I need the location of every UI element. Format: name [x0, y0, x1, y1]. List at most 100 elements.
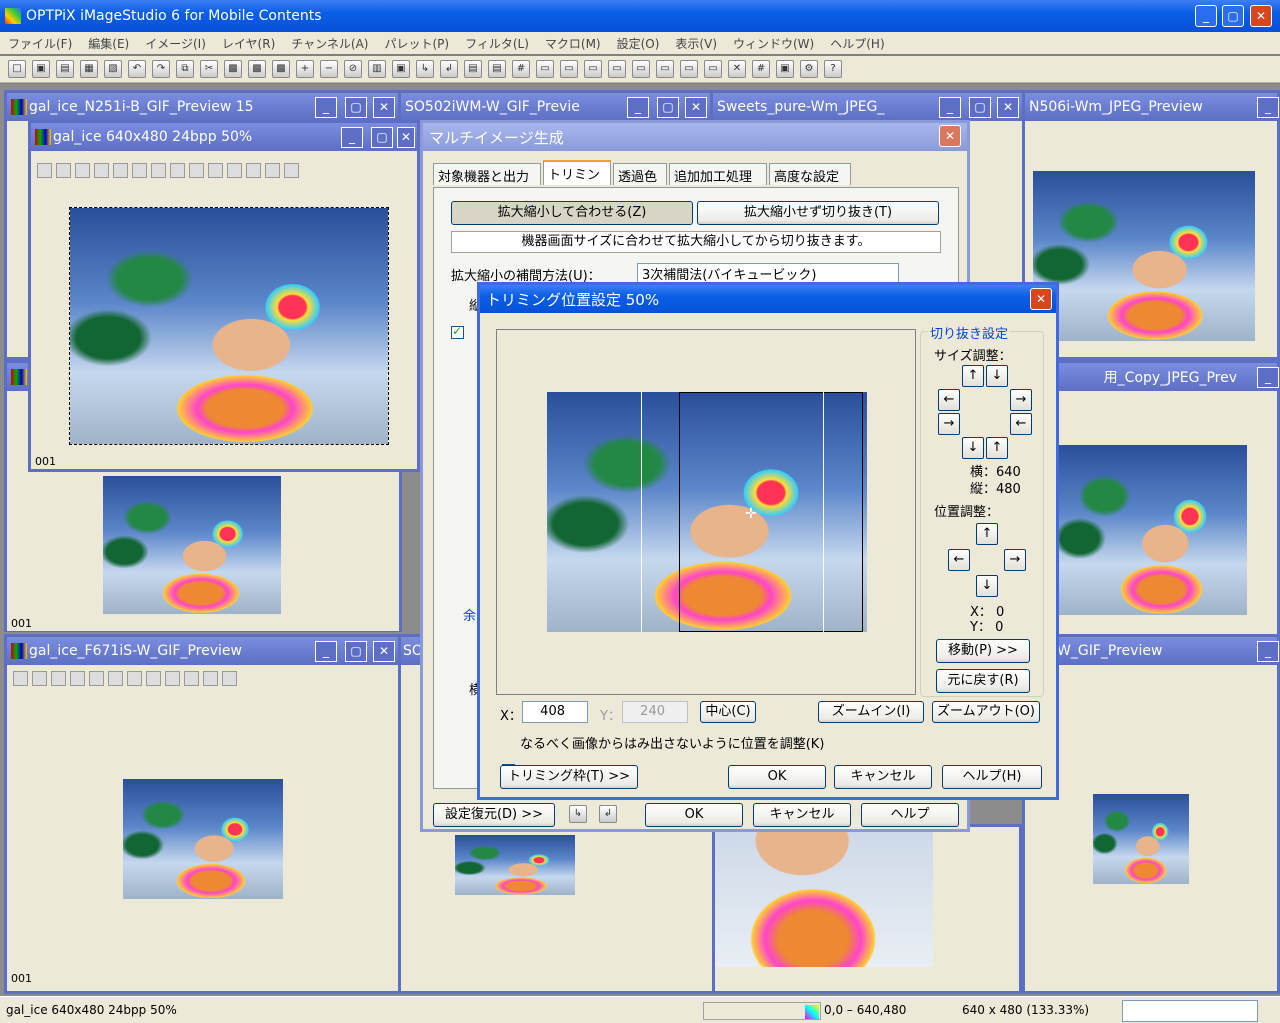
cancel-button[interactable]: キャンセル [834, 765, 932, 789]
tab-target[interactable]: 対象機器と出力 [433, 163, 541, 185]
child-window-n506i[interactable]: N506i-Wm_JPEG_Preview _ [1022, 90, 1280, 360]
grid-icon[interactable]: # [512, 60, 530, 78]
menu-channel[interactable]: チャンネル(A) [283, 35, 376, 52]
maximize-icon[interactable]: ▢ [969, 97, 991, 118]
ok-button[interactable]: OK [645, 803, 743, 827]
menu-filter[interactable]: フィルタ(L) [457, 35, 537, 52]
minimize-icon[interactable]: _ [939, 97, 961, 118]
arrow-up-icon[interactable]: ↑ [986, 437, 1008, 459]
view3-icon[interactable]: ▭ [584, 60, 602, 78]
paste-new-icon[interactable]: ▩ [248, 60, 266, 78]
minimize-icon[interactable]: _ [315, 97, 337, 118]
crop-frame[interactable] [679, 392, 863, 632]
close-icon[interactable]: ✕ [397, 127, 415, 148]
zoom-in-icon[interactable]: + [296, 60, 314, 78]
trim-frame-button[interactable]: トリミング枠(T) >> [500, 765, 638, 789]
view4-icon[interactable]: ▭ [608, 60, 626, 78]
help-button[interactable]: ヘルプ [861, 803, 959, 827]
x-input[interactable]: 408 [522, 701, 588, 723]
interp-select[interactable]: 3次補間法(バイキュービック) [637, 263, 899, 283]
layers-icon[interactable]: ▤ [464, 60, 482, 78]
menu-macro[interactable]: マクロ(M) [537, 35, 609, 52]
view7-icon[interactable]: ▭ [680, 60, 698, 78]
maximize-icon[interactable]: ▢ [657, 97, 679, 118]
arrow-right-icon[interactable]: → [938, 413, 960, 435]
close-icon[interactable]: ✕ [1250, 5, 1272, 27]
maximize-icon[interactable]: ▢ [1222, 5, 1244, 27]
zoom-out-button[interactable]: ズームアウト(O) [932, 701, 1040, 723]
stop-icon[interactable]: ⊘ [344, 60, 362, 78]
view2-icon[interactable]: ▭ [560, 60, 578, 78]
menu-view[interactable]: 表示(V) [667, 35, 725, 52]
arrow-left-icon[interactable]: ← [938, 389, 960, 411]
export-icon[interactable]: ↲ [599, 805, 617, 823]
cancel-button[interactable]: キャンセル [753, 803, 851, 827]
menu-image[interactable]: イメージ(I) [137, 35, 214, 52]
reset-button[interactable]: 元に戻す(R) [936, 669, 1030, 693]
zoom-in-button[interactable]: ズームイン(I) [818, 701, 924, 723]
zoom-out-icon[interactable]: − [320, 60, 338, 78]
crop-button[interactable]: 拡大縮小せず切り抜き(T) [697, 201, 939, 225]
minimize-icon[interactable]: _ [1257, 367, 1279, 388]
arrow-up-icon[interactable]: ↑ [976, 523, 998, 545]
restore-button[interactable]: 設定復元(D) >> [433, 803, 555, 827]
open-icon[interactable]: ▤ [56, 60, 74, 78]
view6-icon[interactable]: ▭ [656, 60, 674, 78]
menu-help[interactable]: ヘルプ(H) [822, 35, 892, 52]
arrow-up-icon[interactable]: ↑ [962, 365, 984, 387]
import-icon[interactable]: ↳ [416, 60, 434, 78]
new-icon[interactable]: □ [8, 60, 26, 78]
menu-settings[interactable]: 設定(O) [609, 35, 668, 52]
minimize-icon[interactable]: _ [1257, 97, 1279, 118]
child-window-copy-jpeg[interactable]: 用_Copy_JPEG_Prev _ [1022, 360, 1280, 640]
arrow-down-icon[interactable]: ↓ [986, 365, 1008, 387]
minimize-icon[interactable]: _ [315, 641, 337, 662]
no-icon[interactable]: ✕ [728, 60, 746, 78]
maximize-icon[interactable]: ▢ [345, 97, 367, 118]
color-reduce-icon[interactable]: ▥ [368, 60, 386, 78]
menu-file[interactable]: ファイル(F) [0, 35, 80, 52]
arrow-right-icon[interactable]: → [1010, 389, 1032, 411]
minimize-icon[interactable]: _ [1195, 5, 1217, 27]
minimize-icon[interactable]: _ [1257, 641, 1279, 662]
menu-edit[interactable]: 編集(E) [80, 35, 137, 52]
menu-window[interactable]: ウィンドウ(W) [725, 35, 822, 52]
tab-extra[interactable]: 追加加工処理 [669, 163, 767, 185]
import-icon[interactable]: ↳ [569, 805, 587, 823]
preview-icon[interactable]: ▣ [776, 60, 794, 78]
paste-icon[interactable]: ▩ [224, 60, 242, 78]
close-icon[interactable]: ✕ [939, 125, 961, 147]
arrow-down-icon[interactable]: ↓ [962, 437, 984, 459]
save-icon[interactable]: ▦ [80, 60, 98, 78]
undo-icon[interactable]: ↶ [128, 60, 146, 78]
move-button[interactable]: 移動(P) >> [936, 639, 1030, 663]
save-all-icon[interactable]: ▧ [104, 60, 122, 78]
arrow-left-icon[interactable]: ← [948, 549, 970, 571]
preview-area[interactable]: ✛ [496, 329, 916, 695]
cut-icon[interactable]: ✂ [200, 60, 218, 78]
help-icon[interactable]: ? [824, 60, 842, 78]
arrow-left-icon[interactable]: ← [1010, 413, 1032, 435]
child-window-large-preview[interactable] [712, 824, 1022, 994]
menu-layer[interactable]: レイヤ(R) [214, 35, 283, 52]
view1-icon[interactable]: ▭ [536, 60, 554, 78]
checkbox-1[interactable] [451, 324, 464, 339]
image-canvas[interactable] [69, 207, 389, 445]
maximize-icon[interactable]: ▢ [345, 641, 367, 662]
minimize-icon[interactable]: _ [627, 97, 649, 118]
copy-icon[interactable]: ⧉ [176, 60, 194, 78]
new-from-icon[interactable]: ▣ [32, 60, 50, 78]
palette-icon[interactable]: ▣ [392, 60, 410, 78]
ok-button[interactable]: OK [728, 765, 826, 789]
child-window-gal-ice[interactable]: gal_ice 640x480 24bpp 50% _ ▢ ✕ 001 [28, 120, 420, 472]
layers2-icon[interactable]: ▤ [488, 60, 506, 78]
child-window-f671is[interactable]: gal_ice_F671iS-W_GIF_Preview _ ▢ ✕ 001 [4, 634, 402, 994]
settings-icon[interactable]: ⚙ [800, 60, 818, 78]
redo-icon[interactable]: ↷ [152, 60, 170, 78]
close-icon[interactable]: ✕ [997, 97, 1019, 118]
table-icon[interactable]: # [752, 60, 770, 78]
center-button[interactable]: 中心(C) [700, 701, 756, 723]
arrow-down-icon[interactable]: ↓ [976, 575, 998, 597]
close-icon[interactable]: ✕ [373, 641, 395, 662]
maximize-icon[interactable]: ▢ [371, 127, 393, 148]
